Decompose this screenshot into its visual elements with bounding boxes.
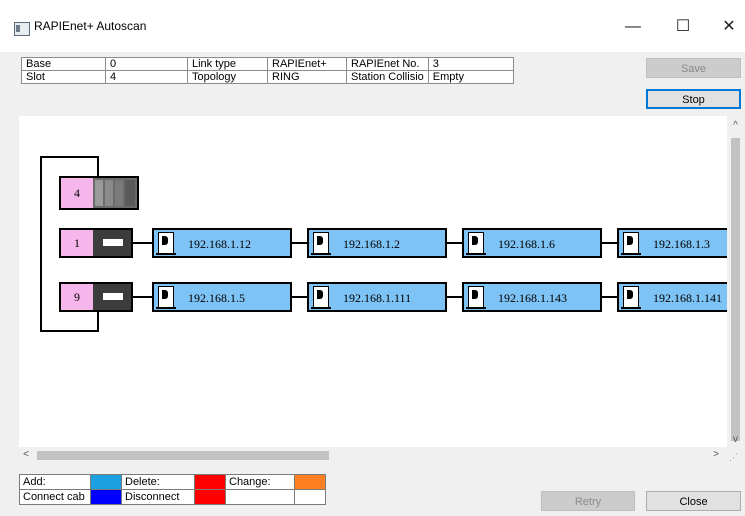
color-legend: Add: Delete: Change: Connect cab Disconn… — [19, 474, 326, 505]
ring-line-left — [40, 156, 42, 332]
legend-disconnect-label: Disconnect — [121, 489, 195, 505]
station-node[interactable]: 192.168.1.141 — [617, 282, 727, 312]
plc-slot-number: 1 — [61, 230, 93, 256]
plc-module-row1[interactable]: 1 — [59, 228, 133, 258]
close-button[interactable]: Close — [646, 491, 741, 511]
plc-module-row2[interactable]: 9 — [59, 282, 133, 312]
plc-rack-icon — [93, 178, 137, 208]
legend-disconnect-swatch — [194, 489, 226, 505]
window-title: RAPIEnet+ Autoscan — [34, 19, 147, 33]
scroll-right-icon[interactable]: > — [709, 449, 723, 460]
link-type-label: Link type — [187, 57, 268, 71]
rapienet-no-label: RAPIEnet No. — [346, 57, 429, 71]
station-icon — [621, 286, 641, 309]
maximize-button[interactable]: ☐ — [660, 12, 706, 42]
legend-change-swatch — [294, 474, 326, 490]
retry-button[interactable]: Retry — [541, 491, 635, 511]
horizontal-scroll-thumb[interactable] — [37, 451, 329, 460]
station-ip: 192.168.1.6 — [498, 237, 555, 251]
station-ip: 192.168.1.5 — [188, 291, 245, 305]
ring-line-top — [40, 156, 99, 158]
station-collision-value: Empty — [427, 70, 514, 84]
vertical-scroll-thumb[interactable] — [731, 138, 740, 441]
station-node[interactable]: 192.168.1.6 — [462, 228, 602, 258]
legend-change-label: Change: — [225, 474, 295, 490]
legend-empty — [294, 489, 326, 505]
plc-slot-number: 9 — [61, 284, 93, 310]
link-type-value: RAPIEnet+ — [267, 57, 347, 71]
legend-delete-swatch — [194, 474, 226, 490]
app-icon — [14, 22, 30, 36]
station-icon — [466, 232, 486, 255]
base-label: Base — [21, 57, 106, 71]
title-bar: RAPIEnet+ Autoscan — ☐ ✕ — [0, 0, 745, 52]
station-icon — [621, 232, 641, 255]
station-node[interactable]: 192.168.1.111 — [307, 282, 447, 312]
station-node[interactable]: 192.168.1.12 — [152, 228, 292, 258]
topology-value: RING — [267, 70, 347, 84]
station-icon — [156, 232, 176, 255]
resize-grip-icon[interactable]: ⋰ — [729, 452, 738, 463]
stop-button[interactable]: Stop — [646, 89, 741, 109]
station-ip: 192.168.1.111 — [343, 291, 412, 305]
plc-slot-number: 4 — [61, 178, 93, 208]
ring-line-drop — [97, 156, 99, 178]
scan-info-table: Base 0 Link type RAPIEnet+ RAPIEnet No. … — [21, 57, 514, 84]
rapienet-module-icon — [93, 230, 131, 256]
station-ip: 192.168.1.143 — [498, 291, 567, 305]
station-ip: 192.168.1.141 — [653, 291, 722, 305]
station-icon — [156, 286, 176, 309]
station-node[interactable]: 192.168.1.143 — [462, 282, 602, 312]
legend-add-label: Add: — [19, 474, 91, 490]
ring-line-bottom — [40, 330, 99, 332]
horizontal-scrollbar[interactable]: < > — [19, 447, 727, 464]
rapienet-no-value: 3 — [427, 57, 514, 71]
scroll-up-icon[interactable]: ^ — [727, 120, 744, 131]
save-button[interactable]: Save — [646, 58, 741, 78]
legend-connect-label: Connect cab — [19, 489, 91, 505]
scroll-left-icon[interactable]: < — [19, 449, 33, 460]
station-icon — [311, 232, 331, 255]
station-ip: 192.168.1.3 — [653, 237, 710, 251]
plc-base[interactable]: 4 — [59, 176, 139, 210]
legend-empty — [225, 489, 295, 505]
rapienet-module-icon — [93, 284, 131, 310]
link-line — [132, 242, 154, 244]
legend-add-swatch — [90, 474, 122, 490]
topology-label: Topology — [187, 70, 268, 84]
topology-canvas[interactable]: 4 1 192.168.1.12 192.168.1.2 192.168.1.6… — [19, 116, 727, 463]
slot-label: Slot — [21, 70, 106, 84]
station-node[interactable]: 192.168.1.3 — [617, 228, 727, 258]
vertical-scrollbar[interactable]: ^ v — [727, 116, 744, 463]
station-node[interactable]: 192.168.1.2 — [307, 228, 447, 258]
station-node[interactable]: 192.168.1.5 — [152, 282, 292, 312]
base-value: 0 — [105, 57, 188, 71]
legend-connect-swatch — [90, 489, 122, 505]
station-ip: 192.168.1.12 — [188, 237, 251, 251]
close-window-button[interactable]: ✕ — [706, 12, 745, 42]
minimize-button[interactable]: — — [610, 12, 656, 42]
ring-line-rise — [97, 312, 99, 332]
station-icon — [311, 286, 331, 309]
link-line — [132, 296, 154, 298]
station-icon — [466, 286, 486, 309]
legend-delete-label: Delete: — [121, 474, 195, 490]
slot-value: 4 — [105, 70, 188, 84]
station-collision-label: Station Collisio — [346, 70, 429, 84]
station-ip: 192.168.1.2 — [343, 237, 400, 251]
scroll-down-icon[interactable]: v — [727, 434, 744, 445]
